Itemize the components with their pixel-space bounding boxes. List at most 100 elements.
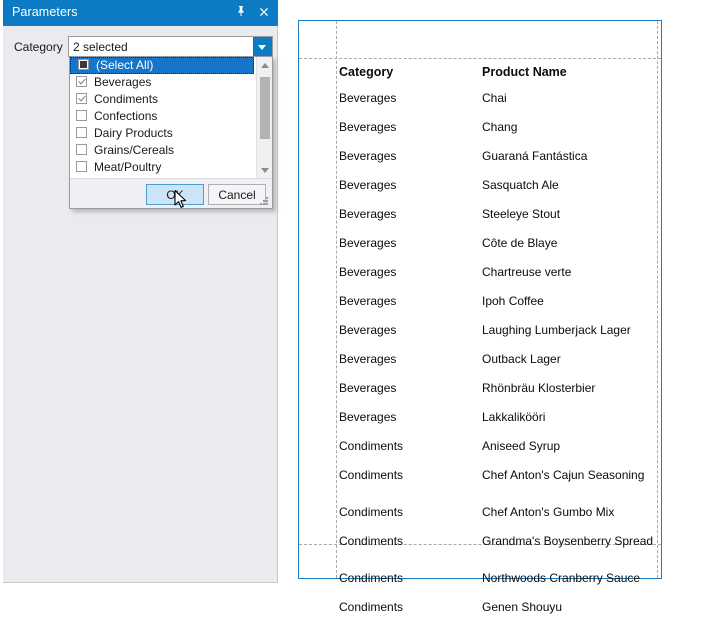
cancel-button[interactable]: Cancel	[208, 184, 266, 205]
cell-product-name: Chai	[482, 91, 655, 107]
cell-category: Condiments	[338, 468, 482, 484]
checkbox-unchecked-icon[interactable]	[76, 161, 87, 172]
cell-category: Beverages	[338, 410, 482, 426]
cell-product-name: Chang	[482, 120, 655, 136]
table-row: Beverages Guaraná Fantástica	[338, 144, 655, 173]
list-item-label: Grains/Cereals	[94, 142, 174, 159]
cell-product-name: Chef Anton's Cajun Seasoning	[482, 468, 655, 484]
cell-category: Beverages	[338, 236, 482, 252]
checkbox-unchecked-icon[interactable]	[76, 144, 87, 155]
table-row: Beverages Steeleye Stout	[338, 202, 655, 231]
cell-category: Condiments	[338, 571, 482, 587]
close-icon[interactable]	[255, 4, 273, 22]
table-row: Condiments Chef Anton's Gumbo Mix	[338, 500, 655, 529]
cell-category: Beverages	[338, 149, 482, 165]
page-title: Parameters	[12, 5, 78, 19]
cell-category: Beverages	[338, 352, 482, 368]
cell-category: Beverages	[338, 381, 482, 397]
cell-product-name: Outback Lager	[482, 352, 655, 368]
report-preview: Category Product Name Beverages Chai Bev…	[298, 20, 662, 579]
scroll-down-arrow-icon[interactable]	[257, 162, 272, 178]
list-item[interactable]: Beverages	[70, 74, 272, 91]
table-row: Beverages Côte de Blaye	[338, 231, 655, 260]
category-combobox-value: 2 selected	[73, 40, 128, 54]
cell-product-name: Ipoh Coffee	[482, 294, 655, 310]
table-row: Beverages Rhönbräu Klosterbier	[338, 376, 655, 405]
cell-product-name: Guaraná Fantástica	[482, 149, 655, 165]
chevron-down-icon[interactable]	[253, 37, 272, 56]
table-row: Beverages Laughing Lumberjack Lager	[338, 318, 655, 347]
table-row: Beverages Lakkalikööri	[338, 405, 655, 434]
table-header-row: Category Product Name	[338, 60, 655, 86]
table-row: Beverages Outback Lager	[338, 347, 655, 376]
cell-product-name: Sasquatch Ale	[482, 178, 655, 194]
cell-product-name: Genen Shouyu	[482, 600, 655, 616]
cell-product-name: Northwoods Cranberry Sauce	[482, 571, 655, 587]
cell-product-name: Laughing Lumberjack Lager	[482, 323, 655, 339]
cell-product-name: Lakkalikööri	[482, 410, 655, 426]
checkbox-checked-icon[interactable]	[76, 93, 87, 104]
list-item[interactable]: Confections	[70, 108, 272, 125]
list-item-label: Confections	[94, 108, 157, 125]
cell-product-name: Chartreuse verte	[482, 265, 655, 281]
checkbox-checked-icon[interactable]	[76, 76, 87, 87]
scrollbar-thumb[interactable]	[260, 77, 270, 139]
category-field-label: Category	[14, 40, 63, 54]
column-header-category: Category	[338, 63, 482, 81]
cell-product-name: Chef Anton's Gumbo Mix	[482, 505, 655, 521]
dropdown-footer: OK Cancel	[70, 178, 272, 208]
cell-product-name: Rhönbräu Klosterbier	[482, 381, 655, 397]
checkbox-indeterminate-icon[interactable]	[78, 59, 89, 70]
margin-guide-right	[657, 21, 658, 578]
list-item-label: Meat/Poultry	[94, 159, 161, 176]
parameters-titlebar: Parameters	[3, 0, 278, 26]
checkbox-unchecked-icon[interactable]	[76, 127, 87, 138]
report-table: Category Product Name Beverages Chai Bev…	[338, 60, 655, 624]
table-row: Beverages Chai	[338, 86, 655, 115]
table-row: Condiments Aniseed Syrup	[338, 434, 655, 463]
cell-category: Beverages	[338, 207, 482, 223]
table-row: Beverages Ipoh Coffee	[338, 289, 655, 318]
pin-icon[interactable]	[232, 4, 250, 22]
cell-category: Condiments	[338, 505, 482, 521]
list-item-label: Dairy Products	[94, 125, 173, 142]
list-item[interactable]: Grains/Cereals	[70, 142, 272, 159]
margin-guide-left	[336, 21, 337, 578]
category-combobox[interactable]: 2 selected	[68, 36, 273, 57]
table-row: Beverages Sasquatch Ale	[338, 173, 655, 202]
cell-category: Beverages	[338, 265, 482, 281]
cell-category: Beverages	[338, 178, 482, 194]
cell-product-name: Grandma's Boysenberry Spread	[482, 534, 655, 550]
list-item[interactable]: Dairy Products	[70, 125, 272, 142]
cell-category: Condiments	[338, 600, 482, 616]
category-dropdown-popup: (Select All) Beverages Condiments Confec…	[69, 56, 273, 209]
margin-guide-top	[299, 58, 661, 59]
list-item-label: Condiments	[94, 91, 158, 108]
cell-category: Beverages	[338, 91, 482, 107]
scroll-up-arrow-icon[interactable]	[257, 57, 272, 73]
cell-product-name: Côte de Blaye	[482, 236, 655, 252]
resize-grip-icon[interactable]	[260, 197, 269, 206]
list-item[interactable]: Condiments	[70, 91, 272, 108]
cell-category: Condiments	[338, 534, 482, 550]
table-row: Condiments Northwoods Cranberry Sauce	[338, 566, 655, 595]
category-checklist[interactable]: (Select All) Beverages Condiments Confec…	[70, 57, 272, 178]
cell-category: Condiments	[338, 439, 482, 455]
table-row: Condiments Grandma's Boysenberry Spread	[338, 529, 655, 566]
list-item-label: Beverages	[94, 74, 151, 91]
cell-category: Beverages	[338, 294, 482, 310]
list-item[interactable]: Meat/Poultry	[70, 159, 272, 176]
cell-product-name: Aniseed Syrup	[482, 439, 655, 455]
table-row: Beverages Chang	[338, 115, 655, 144]
list-item[interactable]: (Select All)	[70, 57, 254, 74]
table-row: Condiments Genen Shouyu	[338, 595, 655, 624]
table-row: Beverages Chartreuse verte	[338, 260, 655, 289]
column-header-product-name: Product Name	[482, 63, 655, 81]
checkbox-unchecked-icon[interactable]	[76, 110, 87, 121]
table-row: Condiments Chef Anton's Cajun Seasoning	[338, 463, 655, 500]
cell-category: Beverages	[338, 323, 482, 339]
parameters-panel: Parameters Category 2 selected (Select A…	[3, 0, 278, 583]
ok-button[interactable]: OK	[146, 184, 204, 205]
cell-product-name: Steeleye Stout	[482, 207, 655, 223]
dropdown-scrollbar[interactable]	[256, 57, 272, 178]
